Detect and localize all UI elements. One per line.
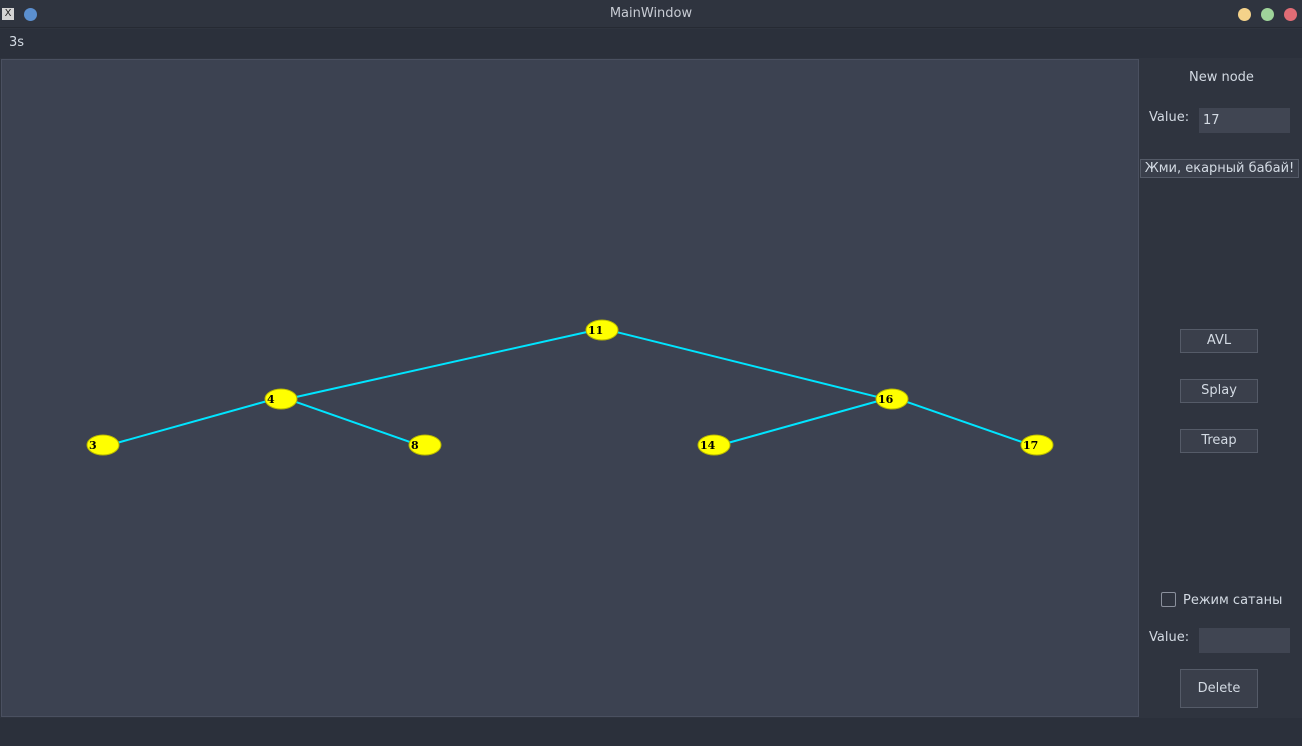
title-bar: X MainWindow: [0, 0, 1302, 28]
tree-node-label: 8: [411, 439, 419, 452]
delete-node-button[interactable]: Delete Node: [1180, 669, 1258, 733]
treap-button[interactable]: Treap: [1180, 429, 1258, 453]
tree-node-label: 4: [267, 393, 275, 406]
main-window: X MainWindow 3s 11 4 16 3 8 14 17 New node Val…: [0, 0, 1302, 746]
control-panel: New node Value: Жми, екарный бабай! AVL …: [1140, 59, 1302, 733]
satan-mode-checkbox[interactable]: [1161, 592, 1176, 607]
tree-edge: [906, 401, 1023, 443]
tree-node: 17: [1020, 434, 1054, 456]
maximize-button[interactable]: [1261, 8, 1274, 21]
tree-node: 11: [585, 319, 619, 341]
delete-value-label: Value:: [1149, 630, 1190, 645]
tree-edge: [729, 400, 877, 444]
value-label: Value:: [1149, 110, 1190, 125]
tree-node-label: 14: [700, 439, 716, 452]
tree-node-label: 3: [89, 439, 97, 452]
splay-button[interactable]: Splay: [1180, 379, 1258, 403]
window-title: MainWindow: [609, 6, 693, 21]
avl-button[interactable]: AVL: [1180, 329, 1258, 353]
value-input[interactable]: [1199, 108, 1290, 133]
insert-button[interactable]: Жми, екарный бабай!: [1140, 159, 1299, 178]
tree-node-label: 17: [1023, 439, 1038, 452]
tree-node: 3: [86, 434, 120, 456]
tree-edge: [296, 331, 587, 398]
satan-mode-label: Режим сатаны: [1183, 593, 1283, 608]
tree-edge: [295, 401, 411, 443]
menu-item-3s[interactable]: 3s: [9, 35, 24, 50]
tree-graph: 11 4 16 3 8 14 17: [86, 319, 1054, 456]
tree-node-label: 16: [878, 393, 894, 406]
tree-edge: [118, 400, 266, 444]
menu-bar: 3s: [0, 29, 1302, 58]
tree-canvas[interactable]: 11 4 16 3 8 14 17: [1, 59, 1139, 717]
minimize-button[interactable]: [1238, 8, 1251, 21]
tree-edge: [617, 331, 877, 398]
tree-node: 16: [875, 388, 909, 410]
close-button[interactable]: [1284, 8, 1297, 21]
tree-node: 4: [264, 388, 298, 410]
new-node-heading: New node: [1189, 70, 1254, 85]
tree-node: 14: [697, 434, 731, 456]
status-bar: [0, 718, 1302, 746]
tree-node: 8: [408, 434, 442, 456]
tree-node-label: 11: [588, 324, 603, 337]
delete-value-input[interactable]: [1199, 628, 1290, 653]
